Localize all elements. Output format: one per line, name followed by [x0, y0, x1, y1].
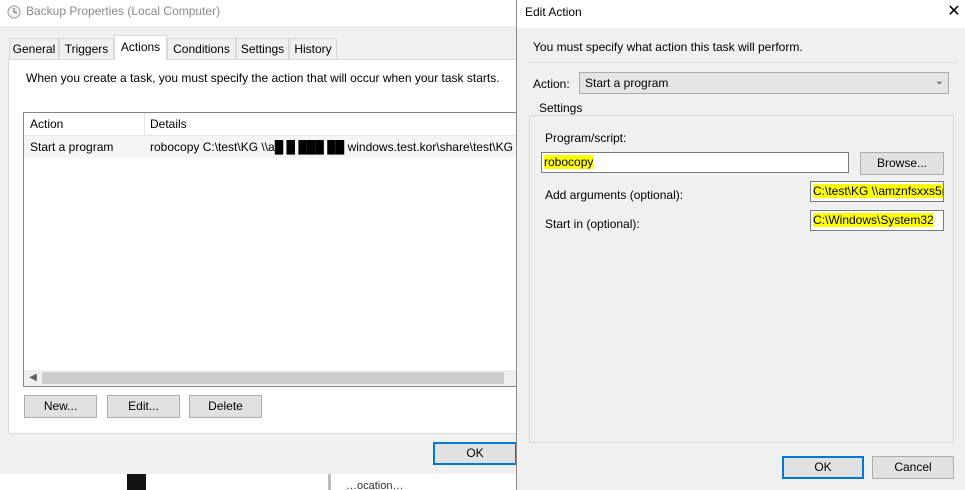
backup-titlebar: Backup Properties (Local Computer) — [0, 0, 517, 26]
start-in-label: Start in (optional): — [545, 217, 640, 231]
action-label: Action: — [533, 77, 570, 91]
dialog-title: Edit Action — [525, 5, 582, 19]
tab-triggers[interactable]: Triggers — [59, 38, 114, 59]
background-divider — [328, 474, 331, 490]
chevron-down-icon[interactable]: ⌄ — [935, 74, 944, 87]
scroll-left-arrow-icon[interactable]: ◀ — [26, 371, 40, 385]
tab-conditions[interactable]: Conditions — [167, 38, 236, 59]
horizontal-scrollbar[interactable]: ◀ — [24, 370, 522, 386]
actions-list[interactable]: Action Details Start a program robocopy … — [23, 112, 523, 387]
edit-action-button[interactable]: Edit... — [107, 395, 180, 418]
scrollbar-thumb[interactable] — [42, 372, 504, 384]
background-dark-block — [127, 474, 146, 490]
close-icon[interactable]: ✕ — [942, 0, 965, 24]
backup-ok-button[interactable]: OK — [433, 442, 517, 465]
column-header-action[interactable]: Action — [30, 117, 63, 131]
settings-legend: Settings — [537, 101, 585, 115]
backup-window-title: Backup Properties (Local Computer) — [26, 4, 221, 18]
task-scheduler-clock-icon — [7, 5, 21, 19]
actions-description: When you create a task, you must specify… — [26, 71, 500, 85]
arguments-label: Add arguments (optional): — [545, 188, 684, 202]
dialog-separator — [527, 62, 957, 63]
list-item-details: robocopy C:\test\KG \\a█ █ ███ ██ window… — [150, 140, 513, 154]
backup-properties-window: Backup Properties (Local Computer) Gener… — [0, 0, 528, 490]
browse-button[interactable]: Browse... — [860, 152, 944, 175]
program-script-value: robocopy — [544, 155, 594, 169]
partial-background-text: …ocation… — [346, 480, 404, 490]
ok-button[interactable]: OK — [782, 456, 864, 479]
column-header-details[interactable]: Details — [150, 117, 187, 131]
background-strip — [0, 474, 517, 490]
tab-actions[interactable]: Actions — [114, 35, 167, 60]
arguments-value: C:\test\KG \\amznfsxxs5r — [813, 184, 944, 198]
new-action-button[interactable]: New... — [24, 395, 97, 418]
tab-settings[interactable]: Settings — [236, 38, 289, 59]
action-select-value: Start a program — [585, 76, 669, 90]
cancel-button[interactable]: Cancel — [872, 456, 954, 479]
list-column-header: Action Details — [24, 113, 522, 136]
tab-history[interactable]: History — [289, 38, 337, 59]
edit-action-dialog: Edit Action ✕ You must specify what acti… — [516, 0, 965, 490]
start-in-input[interactable]: C:\Windows\System32 — [810, 210, 944, 231]
start-in-value: C:\Windows\System32 — [813, 213, 934, 227]
list-item-action: Start a program — [30, 140, 114, 154]
tab-general[interactable]: General — [9, 38, 59, 59]
list-item[interactable]: Start a program robocopy C:\test\KG \\a█… — [24, 136, 522, 158]
program-script-input[interactable]: robocopy — [541, 152, 849, 173]
program-script-label: Program/script: — [545, 131, 627, 145]
column-divider[interactable] — [144, 113, 145, 136]
delete-action-button[interactable]: Delete — [189, 395, 262, 418]
dialog-body: You must specify what action this task w… — [517, 28, 965, 490]
arguments-input[interactable]: C:\test\KG \\amznfsxxs5r — [810, 181, 944, 202]
dialog-instruction: You must specify what action this task w… — [533, 40, 803, 54]
action-select[interactable]: Start a program ⌄ — [579, 72, 949, 94]
